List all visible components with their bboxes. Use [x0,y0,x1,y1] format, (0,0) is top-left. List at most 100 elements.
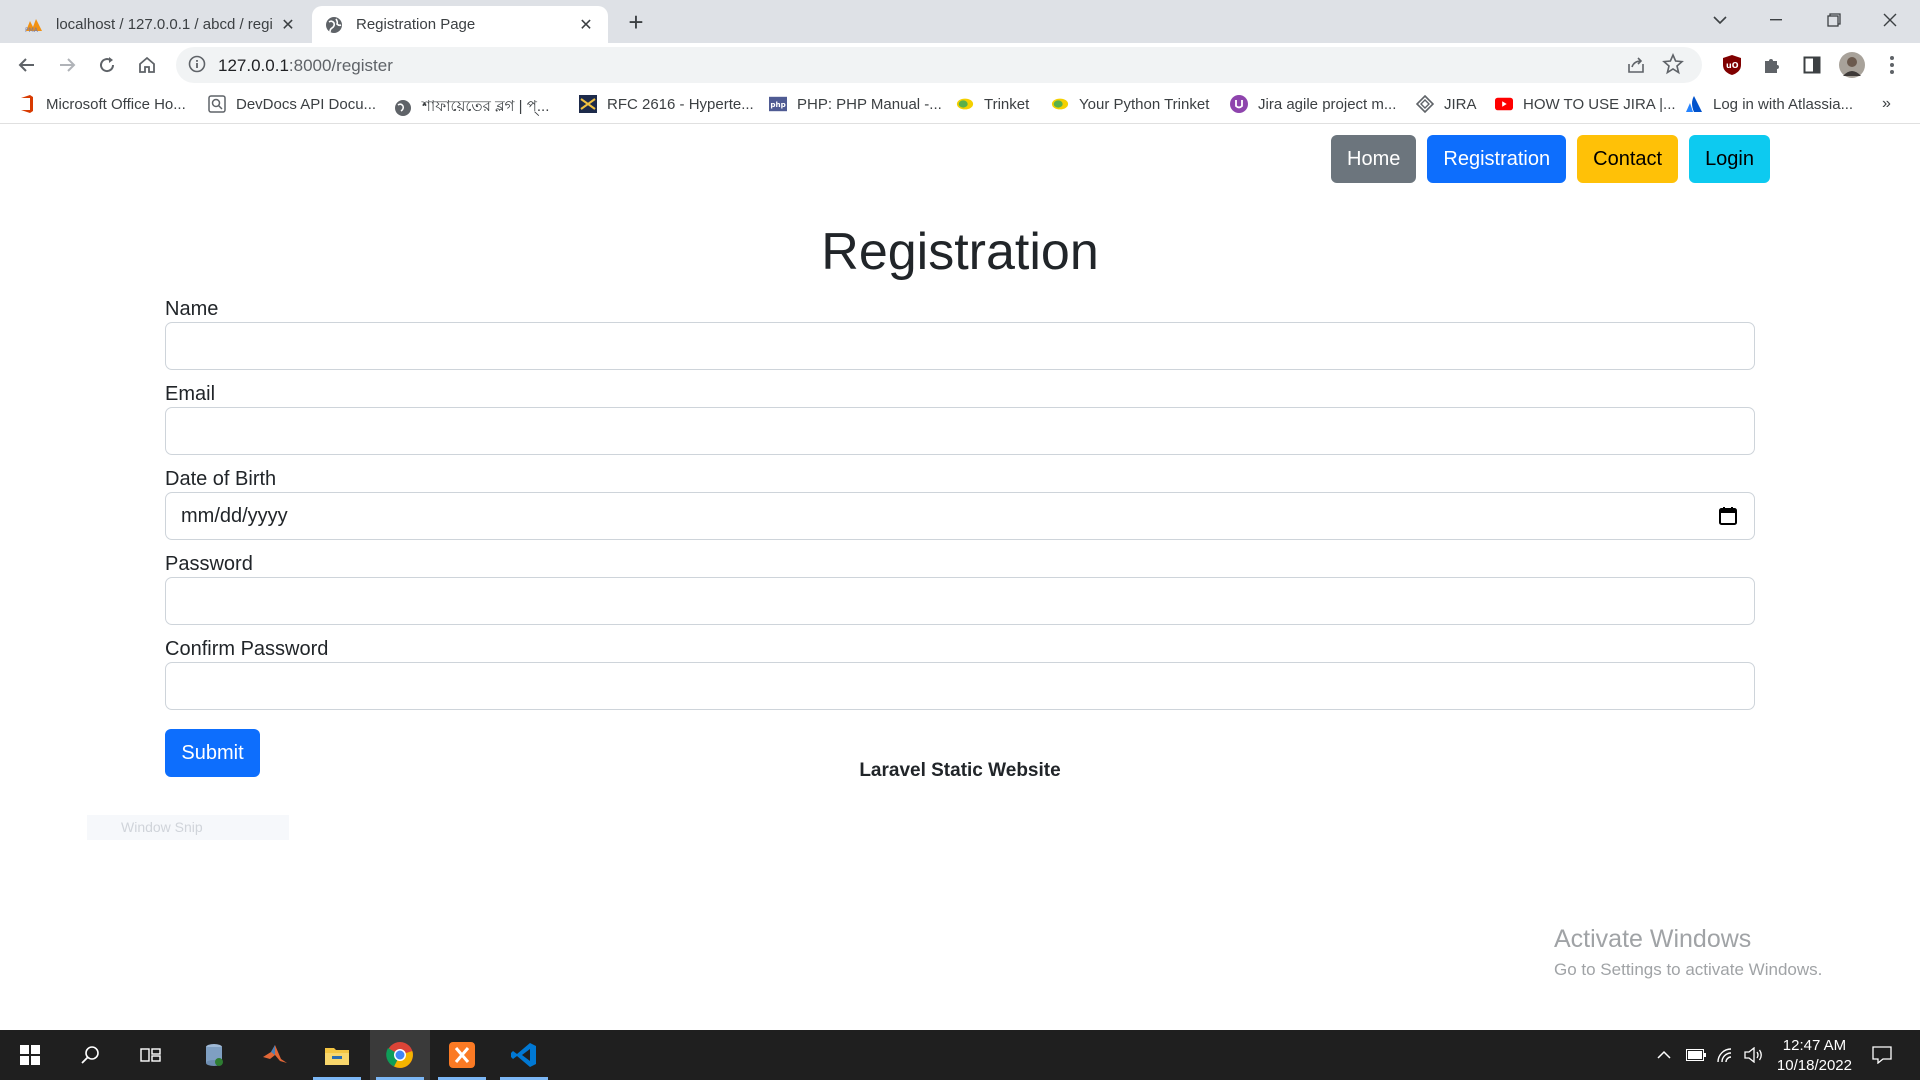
database-app-icon[interactable] [184,1030,244,1080]
notifications-icon[interactable] [1864,1030,1900,1080]
close-icon[interactable]: ✕ [576,15,596,35]
activate-title: Activate Windows [1554,925,1752,953]
browser-menu-icon[interactable] [1876,49,1908,81]
extensions-puzzle-icon[interactable] [1756,49,1788,81]
dob-label: Date of Birth [165,468,277,490]
tab-registration[interactable]: Registration Page ✕ [312,6,608,43]
devdocs-icon [208,95,226,113]
bookmark-label: Jira agile project m... [1258,95,1397,113]
trinket-icon [956,95,974,113]
home-button[interactable]: Home [1331,135,1417,183]
dob-input[interactable]: mm/dd/yyyy [165,492,1755,540]
bookmark-label: HOW TO USE JIRA |... [1523,95,1676,113]
url-text[interactable]: 127.0.0.1:8000/register [218,56,393,76]
bookmark-jira-agile[interactable]: Jira agile project m... [1230,95,1396,113]
dob-placeholder: mm/dd/yyyy [181,504,288,527]
login-button[interactable]: Login [1689,135,1770,183]
bookmark-label: Your Python Trinket [1079,95,1210,113]
side-panel-icon[interactable] [1796,49,1828,81]
back-arrow-icon[interactable] [11,49,43,81]
network-icon[interactable] [1714,1030,1738,1080]
tab-phpmyadmin[interactable]: PMA localhost / 127.0.0.1 / abcd / regi … [12,6,310,43]
youtube-icon [1495,95,1513,113]
svg-text:PMA: PMA [25,27,39,33]
registration-form: Name Email Date of Birth mm/dd/yyyy Pass… [165,296,1755,777]
svg-text:uO: uO [1726,61,1739,70]
site-info-icon[interactable] [188,55,208,75]
bookmark-star-icon[interactable] [1662,52,1684,75]
tray-chevron-up-icon[interactable] [1652,1030,1676,1080]
address-bar[interactable]: 127.0.0.1:8000/register [176,47,1702,83]
registration-button[interactable]: Registration [1427,135,1567,183]
password-input[interactable] [165,577,1755,625]
url-path: :8000/register [288,56,393,75]
tab-search-chevron-icon[interactable] [1692,0,1748,40]
page-title: Registration [821,223,1099,281]
bookmark-label: Trinket [984,95,1030,113]
trinket-icon [1051,95,1069,113]
more-bookmarks-icon[interactable]: » [1882,95,1891,113]
bookmark-jira[interactable]: JIRA [1416,95,1477,113]
new-tab-plus-icon[interactable]: + [622,7,650,37]
bookmark-atlassian[interactable]: Log in with Atlassia... [1685,95,1853,113]
confirm-password-input[interactable] [165,662,1755,710]
contact-button[interactable]: Contact [1577,135,1679,183]
name-input[interactable] [165,322,1755,370]
bookmark-label: Microsoft Office Ho... [46,95,186,113]
file-explorer-icon[interactable] [307,1030,367,1080]
calendar-icon[interactable] [1718,506,1738,526]
bookmark-label: JIRA [1444,95,1477,113]
battery-icon[interactable] [1684,1030,1708,1080]
window-snip-overlay: Window Snip [87,815,289,840]
name-label: Name [165,298,219,320]
chrome-icon[interactable] [370,1030,430,1080]
bookmark-label: DevDocs API Docu... [236,95,377,113]
confirm-password-label: Confirm Password [165,638,329,660]
taskbar-clock[interactable]: 12:47 AM 10/18/2022 [1777,1036,1852,1076]
bookmark-python-trinket[interactable]: Your Python Trinket [1051,95,1209,113]
activate-windows-watermark: Activate Windows Go to Settings to activ… [1554,925,1822,980]
url-host: 127.0.0.1 [218,56,289,75]
windows-start-icon[interactable] [0,1030,60,1080]
share-icon[interactable] [1626,55,1646,75]
office-icon [18,95,36,113]
bookmark-trinket[interactable]: Trinket [956,95,1029,113]
bookmarks-bar: Microsoft Office Ho... DevDocs API Docu.… [0,87,1920,124]
volume-icon[interactable] [1742,1030,1766,1080]
home-icon[interactable] [131,49,163,81]
taskbar: 12:47 AM 10/18/2022 [0,1030,1920,1080]
close-icon[interactable]: ✕ [278,15,298,35]
restore-icon[interactable] [1806,0,1862,40]
reload-icon[interactable] [91,49,123,81]
bookmark-devdocs[interactable]: DevDocs API Docu... [208,95,376,113]
bookmark-label: PHP: PHP Manual -... [797,95,942,113]
globe-icon [394,99,412,117]
site-nav: Home Registration Contact Login [1331,135,1770,183]
bookmark-label: Log in with Atlassia... [1713,95,1854,113]
minimize-icon[interactable] [1748,0,1804,40]
xampp-icon[interactable] [432,1030,492,1080]
email-label: Email [165,383,216,405]
bookmark-blog[interactable]: শাফায়েতের ব্লগ | প্... [394,95,549,120]
matlab-icon[interactable] [245,1030,305,1080]
vscode-icon[interactable] [494,1030,554,1080]
task-view-icon[interactable] [120,1030,180,1080]
atlassian-icon [1685,95,1703,113]
password-label: Password [165,553,253,575]
footer-text: Laravel Static Website [859,760,1061,781]
ublock-icon[interactable]: uO [1716,49,1748,81]
screen: PMA localhost / 127.0.0.1 / abcd / regi … [0,0,1920,1080]
bookmark-office[interactable]: Microsoft Office Ho... [18,95,186,113]
rfc-icon [579,95,597,113]
bookmark-rfc[interactable]: RFC 2616 - Hyperte... [579,95,754,113]
forward-arrow-icon[interactable] [51,49,83,81]
bookmark-php[interactable]: php PHP: PHP Manual -... [769,95,942,113]
window-close-icon[interactable] [1862,0,1918,40]
bookmark-youtube-jira[interactable]: HOW TO USE JIRA |... [1495,95,1676,113]
jira-icon [1230,95,1248,113]
search-icon[interactable] [60,1030,120,1080]
profile-avatar[interactable] [1836,49,1868,81]
bookmark-label: শাফায়েতের ব্লগ | প্... [422,98,550,115]
phpmyadmin-icon: PMA [24,15,44,35]
email-input[interactable] [165,407,1755,455]
